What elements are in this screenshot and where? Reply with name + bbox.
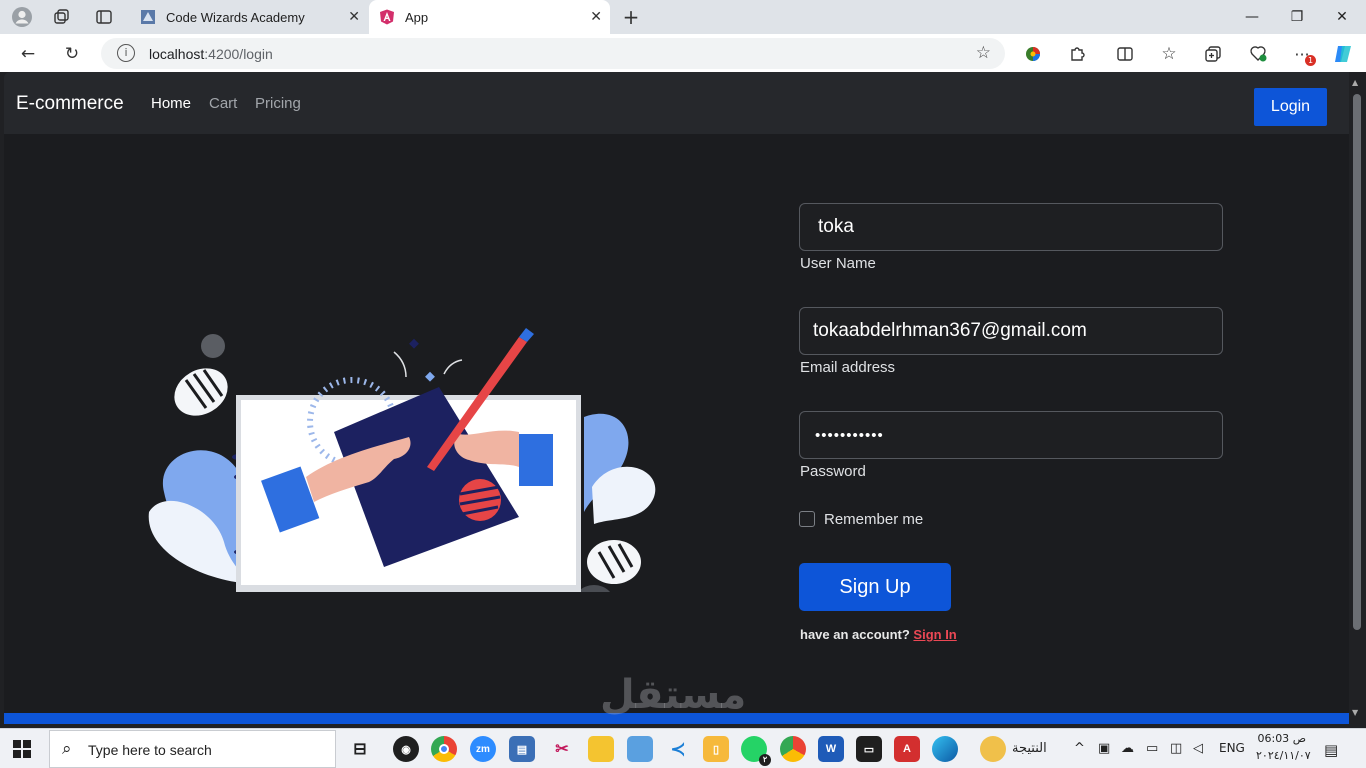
snipping-tool-icon[interactable]: ✂ — [549, 736, 575, 762]
minimize-button[interactable]: — — [1229, 0, 1275, 34]
terminal-icon[interactable]: ▭ — [856, 736, 882, 762]
tab-code-wizards[interactable]: Code Wizards Academy ✕ — [130, 0, 368, 34]
chrome-profile-icon[interactable] — [780, 736, 806, 762]
language-indicator[interactable]: ENG — [1219, 741, 1245, 755]
acrobat-icon[interactable]: A — [894, 736, 920, 762]
email-input[interactable]: tokaabdelrhman367@gmail.com — [799, 307, 1223, 355]
zoom-icon[interactable]: zm — [470, 736, 496, 762]
password-label: Password — [800, 463, 866, 480]
page-viewport: E-commerce Home Cart Pricing Login toka … — [4, 72, 1349, 724]
control-panel-icon[interactable]: ▤ — [509, 736, 535, 762]
clock-time[interactable]: 06:03 ص — [1256, 732, 1306, 745]
file-explorer-icon[interactable] — [588, 736, 614, 762]
network-icon[interactable]: ◫ — [1170, 741, 1182, 756]
back-arrow-icon[interactable]: ← — [16, 42, 40, 66]
search-icon: ⌕ — [62, 739, 72, 759]
scroll-down-arrow-icon[interactable]: ▼ — [1352, 708, 1358, 717]
code-wizards-favicon-icon — [140, 9, 156, 25]
vscode-icon[interactable]: ≺ — [665, 736, 691, 762]
tab-actions-icon[interactable] — [93, 6, 115, 28]
scroll-up-arrow-icon[interactable]: ▲ — [1352, 78, 1358, 87]
sign-up-button[interactable]: Sign Up — [799, 563, 951, 611]
workspaces-icon[interactable] — [51, 6, 73, 28]
close-tab-icon[interactable]: ✕ — [590, 9, 602, 25]
task-view-icon[interactable]: ⊟ — [347, 736, 373, 762]
tab-app[interactable]: App ✕ — [369, 0, 610, 34]
site-info-icon[interactable]: i — [117, 44, 135, 62]
watermark-logo: مستقل — [600, 672, 747, 718]
account-prompt: have an account? Sign In — [800, 627, 957, 642]
scroll-thumb[interactable] — [1353, 94, 1361, 630]
whatsapp-icon[interactable]: ٢ — [741, 736, 771, 766]
page-scrollbar[interactable]: ▲ ▼ — [1349, 72, 1366, 724]
extension-color-icon[interactable] — [1021, 42, 1045, 66]
browser-toolbar: ← ↻ i localhost:4200/login ☆ ☆ ··· 1 — [0, 34, 1366, 72]
right-sleeve — [519, 434, 553, 486]
right-leaf-decoration — [577, 413, 656, 592]
extensions-puzzle-icon[interactable] — [1065, 42, 1089, 66]
photos-icon[interactable] — [627, 736, 653, 762]
battery-icon[interactable]: ▭ — [1146, 741, 1158, 756]
close-window-button[interactable]: ✕ — [1319, 0, 1365, 34]
notifications-icon[interactable]: ▤ — [1324, 741, 1338, 759]
settings-more-icon[interactable]: ··· 1 — [1290, 42, 1316, 66]
brand-logo[interactable]: E-commerce — [16, 93, 124, 115]
copilot-icon[interactable] — [1331, 42, 1355, 66]
clock-date[interactable]: ٢٠٢٤/١١/٠٧ — [1256, 749, 1311, 762]
url-text[interactable]: localhost:4200/login — [149, 46, 273, 62]
password-input[interactable]: ••••••••••• — [799, 411, 1223, 459]
nav-cart[interactable]: Cart — [209, 95, 237, 112]
username-input[interactable]: toka — [799, 203, 1223, 251]
browser-essentials-icon[interactable] — [1246, 42, 1270, 66]
whatsapp-badge: ٢ — [759, 754, 771, 766]
notes-app-icon[interactable]: ▯ — [703, 736, 729, 762]
tray-chevron-icon[interactable]: ^ — [1074, 741, 1085, 756]
nav-pricing[interactable]: Pricing — [255, 95, 301, 112]
email-label: Email address — [800, 359, 896, 376]
notification-badge: 1 — [1305, 55, 1316, 66]
new-tab-plus-icon[interactable]: + — [620, 5, 642, 29]
app-pin-icon[interactable]: ◉ — [393, 736, 419, 762]
edge-icon[interactable] — [932, 736, 958, 762]
maximize-button[interactable]: ❐ — [1274, 0, 1320, 34]
close-tab-icon[interactable]: ✕ — [348, 9, 360, 25]
favorite-star-icon[interactable]: ☆ — [976, 43, 991, 63]
volume-icon[interactable]: ◁ — [1193, 741, 1203, 756]
address-bar[interactable]: i localhost:4200/login ☆ — [101, 38, 1005, 69]
windows-start-icon[interactable] — [12, 739, 32, 759]
weather-text[interactable]: النتيجة — [1012, 741, 1047, 756]
nav-home[interactable]: Home — [151, 95, 191, 112]
refresh-icon[interactable]: ↻ — [60, 42, 84, 66]
username-label: User Name — [800, 255, 876, 272]
collections-icon[interactable] — [1201, 42, 1225, 66]
browser-tab-strip: Code Wizards Academy ✕ App ✕ + — ❐ ✕ — [0, 0, 1366, 34]
windows-taskbar: ⌕ Type here to search ⊟ ◉ zm ▤ ✂ ≺ ▯ ٢ W… — [0, 728, 1366, 768]
onedrive-icon[interactable]: ☁ — [1121, 741, 1134, 756]
favorites-icon[interactable]: ☆ — [1157, 42, 1181, 66]
sign-in-link[interactable]: Sign In — [913, 627, 956, 642]
chrome-icon[interactable] — [431, 736, 457, 762]
profile-icon[interactable] — [11, 6, 33, 28]
navbar: E-commerce Home Cart Pricing Login — [4, 72, 1349, 134]
split-screen-icon[interactable] — [1113, 42, 1137, 66]
taskbar-search[interactable]: ⌕ Type here to search — [49, 730, 336, 768]
computer-illustration — [148, 328, 656, 592]
remember-me-checkbox[interactable] — [799, 511, 815, 527]
word-icon[interactable]: W — [818, 736, 844, 762]
login-button[interactable]: Login — [1254, 88, 1327, 126]
tab-title: App — [405, 9, 429, 25]
remember-me-label[interactable]: Remember me — [824, 511, 923, 528]
search-placeholder: Type here to search — [88, 742, 212, 758]
tray-app-icon[interactable]: ▣ — [1098, 741, 1110, 756]
tab-title: Code Wizards Academy — [166, 9, 305, 25]
weather-icon[interactable] — [980, 736, 1006, 762]
angular-favicon-icon — [379, 9, 395, 25]
